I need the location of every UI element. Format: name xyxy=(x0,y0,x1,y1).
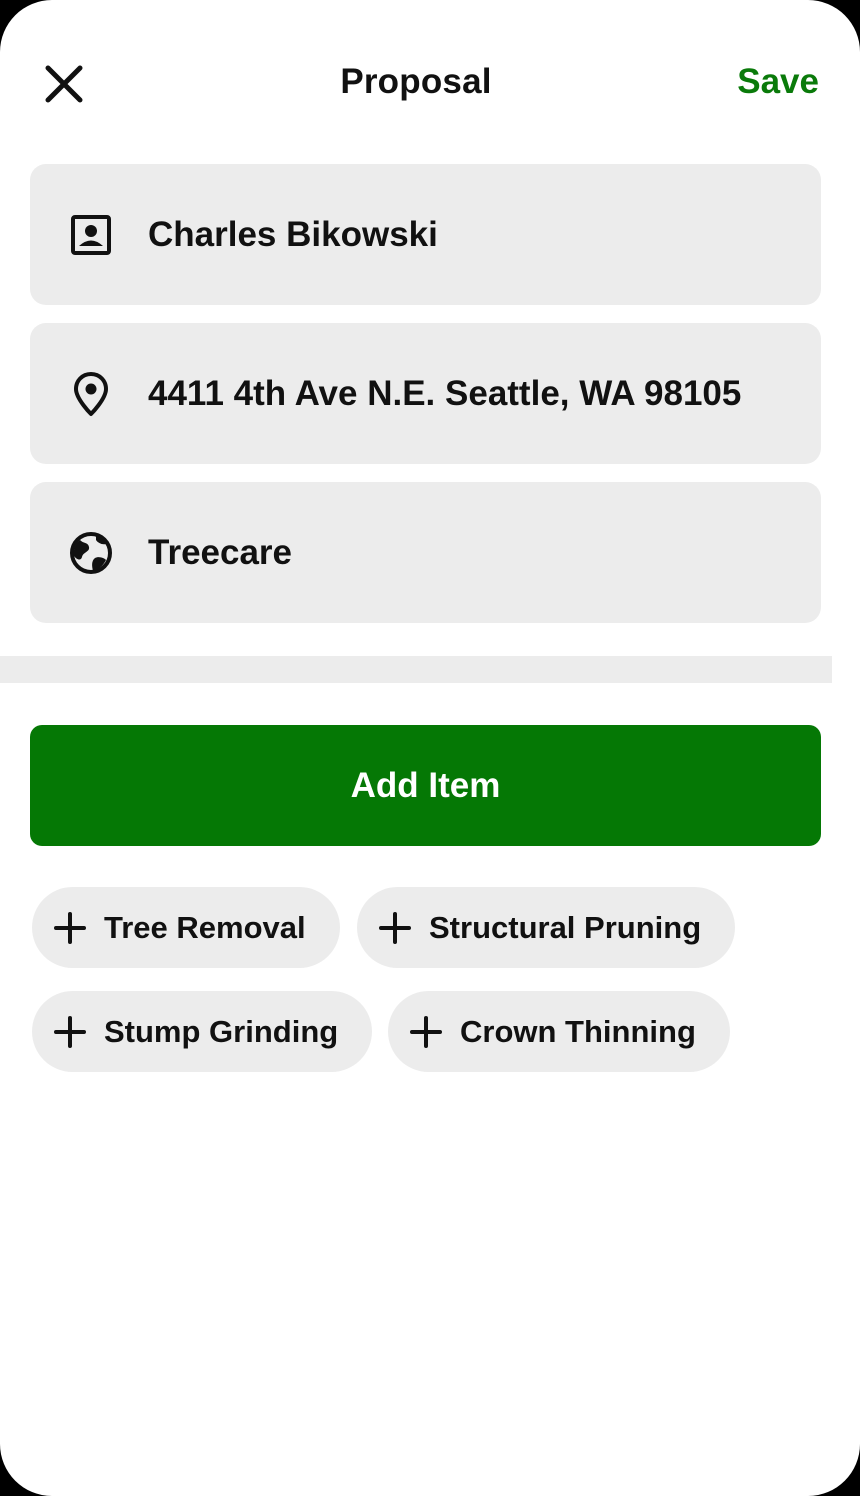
plus-icon xyxy=(52,1014,88,1050)
quick-item-crown-thinning[interactable]: Crown Thinning xyxy=(388,991,730,1072)
add-item-button[interactable]: Add Item xyxy=(30,725,821,846)
quick-item-structural-pruning[interactable]: Structural Pruning xyxy=(357,887,736,968)
client-field[interactable]: Charles Bikowski xyxy=(30,164,821,305)
plus-icon xyxy=(52,910,88,946)
client-name: Charles Bikowski xyxy=(148,214,438,254)
quick-item-stump-grinding[interactable]: Stump Grinding xyxy=(32,991,373,1072)
service-text: Treecare xyxy=(148,532,293,572)
save-button[interactable]: Save xyxy=(737,62,819,102)
plus-icon xyxy=(408,1014,444,1050)
service-field[interactable]: Treecare xyxy=(30,482,821,623)
globe-icon xyxy=(66,528,116,578)
quick-item-label: Structural Pruning xyxy=(429,909,702,945)
quick-item-tree-removal[interactable]: Tree Removal xyxy=(32,887,340,968)
quick-item-label: Tree Removal xyxy=(104,909,306,945)
address-text: 4411 4th Ave N.E. Seattle, WA 98105 xyxy=(148,373,742,413)
section-divider xyxy=(0,656,832,683)
quick-item-label: Crown Thinning xyxy=(460,1013,696,1049)
plus-icon xyxy=(377,910,413,946)
location-pin-icon xyxy=(66,369,116,419)
proposal-screen: Proposal Save Charles Bikowski 4411 4th … xyxy=(0,0,860,1496)
contact-card-icon xyxy=(66,210,116,260)
page-title: Proposal xyxy=(340,62,492,101)
address-field[interactable]: 4411 4th Ave N.E. Seattle, WA 98105 xyxy=(30,323,821,464)
quick-item-label: Stump Grinding xyxy=(104,1013,339,1049)
